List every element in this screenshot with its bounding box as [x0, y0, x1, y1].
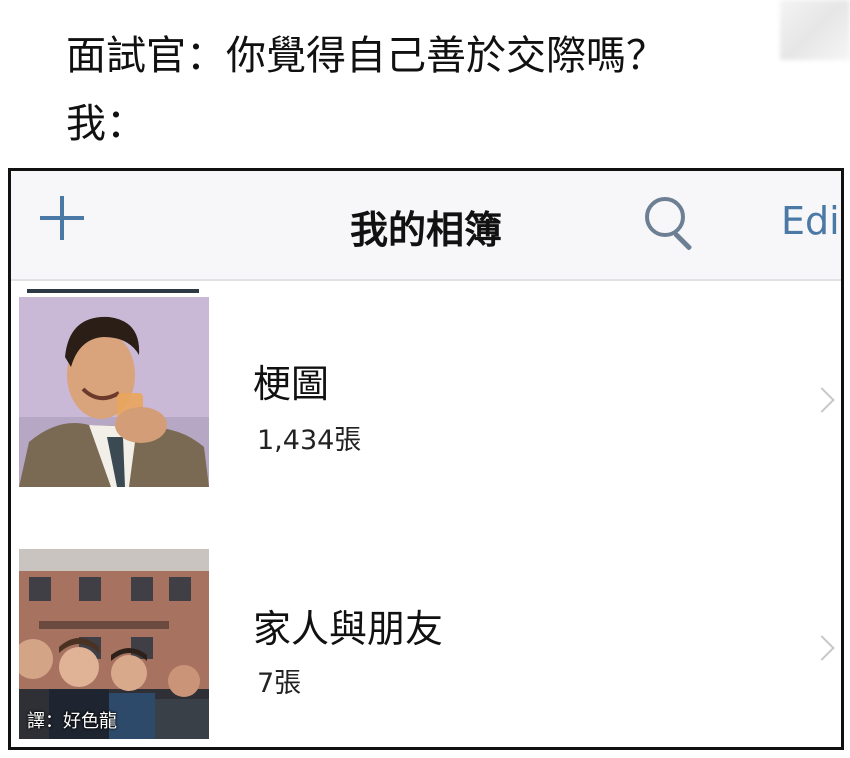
- album-photo-count: 7張: [257, 668, 302, 699]
- page-title: 我的相簿: [349, 208, 502, 252]
- album-row-memes[interactable]: 梗圖 1,434張: [11, 283, 841, 498]
- search-icon[interactable]: [643, 195, 697, 251]
- phone-screenshot: 我的相簿 Edi 梗圖 1,434張 譯：好色龍 家人與朋友 7張: [8, 168, 844, 750]
- album-name: 家人與朋友: [253, 607, 444, 651]
- translator-watermark: 譯：好色龍: [27, 711, 117, 732]
- meme-caption-answer: 我：: [66, 101, 146, 147]
- navigation-bar: 我的相簿 Edi: [11, 171, 841, 281]
- album-thumbnail-group-photo: 譯：好色龍: [19, 549, 209, 739]
- album-thumbnail-man-drinking: [19, 297, 209, 487]
- edit-button[interactable]: Edi: [781, 199, 840, 243]
- meme-caption-question: 面試官：你覺得自己善於交際嗎？: [66, 33, 666, 79]
- blurred-corner: [780, 0, 850, 60]
- album-row-family-friends[interactable]: 譯：好色龍 家人與朋友 7張: [11, 531, 841, 746]
- chevron-right-icon: [809, 387, 835, 413]
- chevron-right-icon: [809, 635, 835, 661]
- album-name: 梗圖: [253, 362, 330, 406]
- album-photo-count: 1,434張: [257, 425, 362, 456]
